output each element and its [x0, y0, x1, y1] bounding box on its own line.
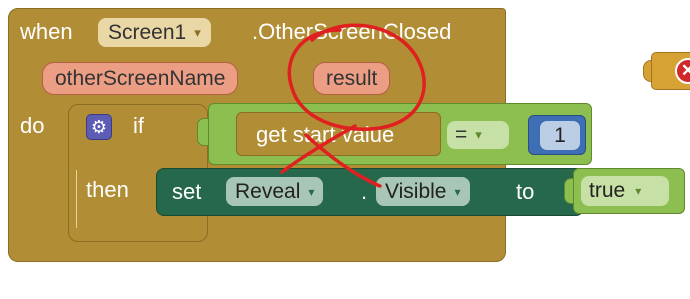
annotation-circle	[287, 23, 426, 131]
annotation-cross-stroke-2	[304, 133, 382, 188]
annotation-overlay	[280, 23, 426, 188]
